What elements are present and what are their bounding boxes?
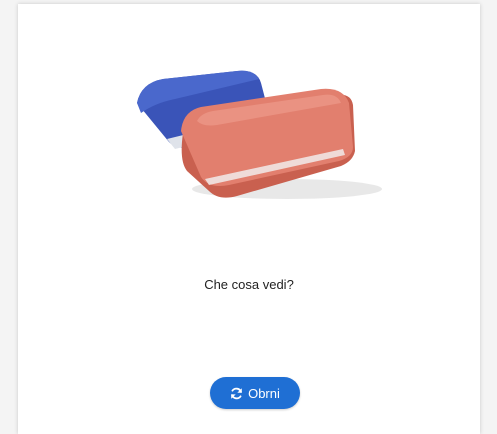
question-text: Che cosa vedi? [204,277,294,292]
flip-button[interactable]: Obrni [210,377,300,409]
refresh-icon [230,387,243,400]
flashcard: Che cosa vedi? Obrni [18,4,480,434]
eraser-image [97,21,405,241]
flip-button-label: Obrni [248,385,280,401]
